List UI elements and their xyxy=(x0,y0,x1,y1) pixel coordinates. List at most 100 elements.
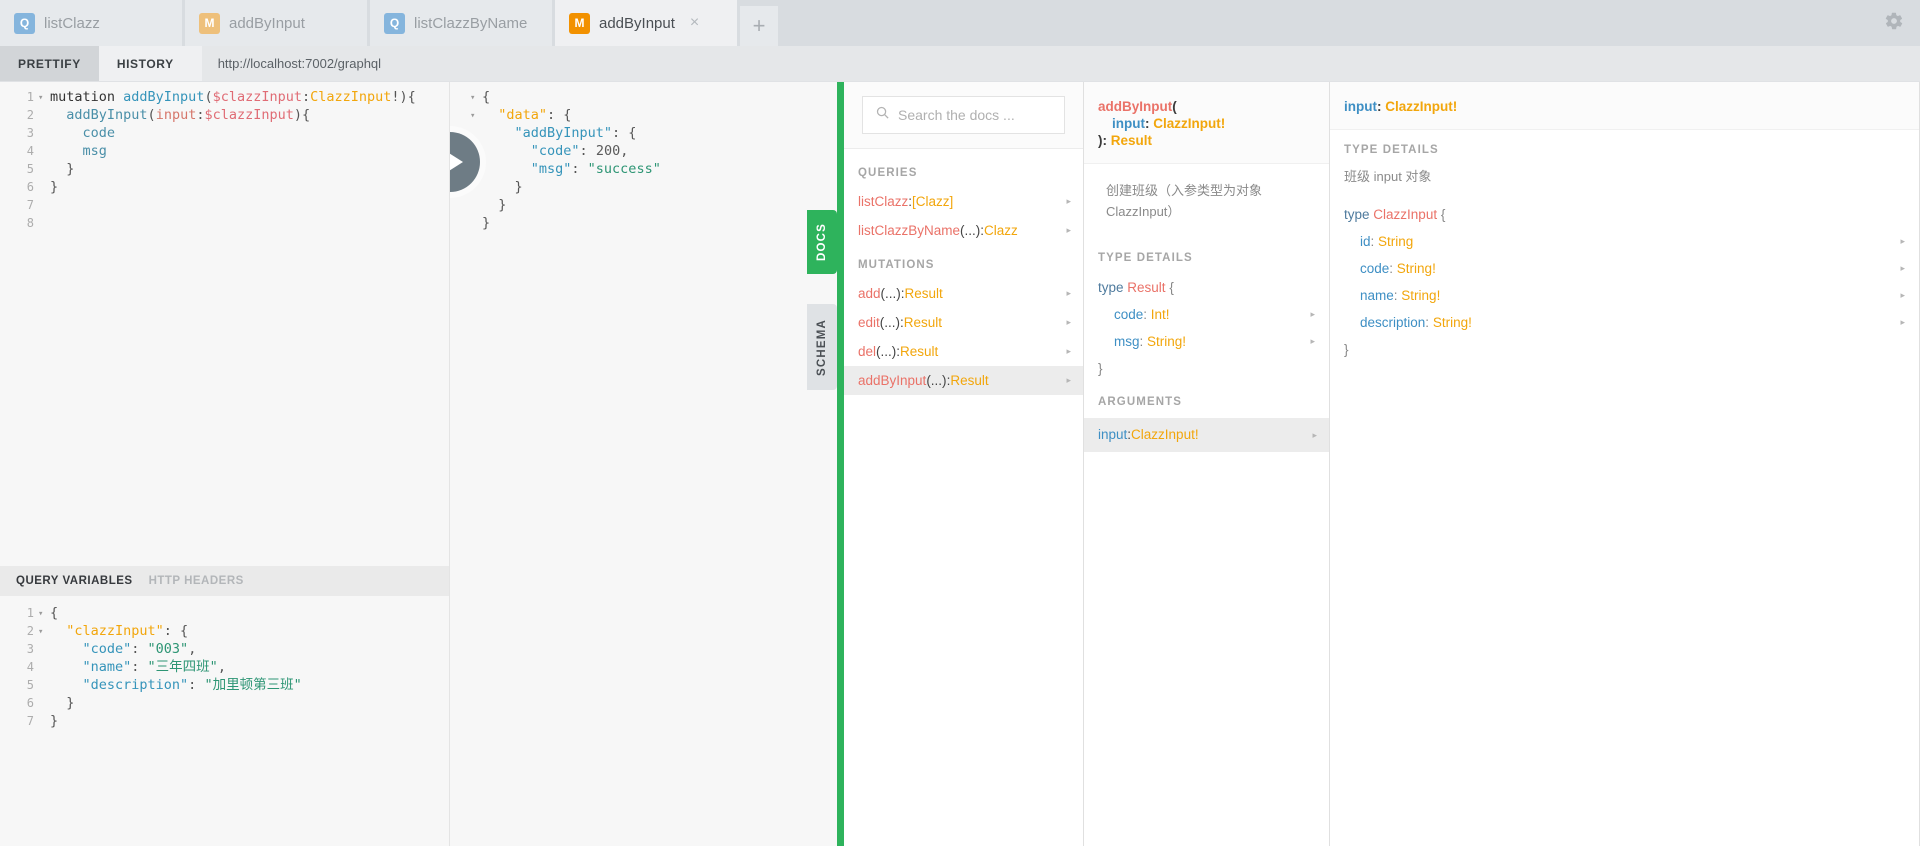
tab-listClazzByName-2[interactable]: QlistClazzByName xyxy=(370,0,552,46)
line-number: 6 xyxy=(26,180,34,194)
mutation-badge-icon: M xyxy=(199,12,220,34)
code-token: $clazzInput xyxy=(204,107,294,123)
arg-brace-close: } xyxy=(1344,342,1349,357)
code-token: "description" xyxy=(50,677,189,693)
doc-search-box[interactable] xyxy=(862,96,1079,134)
line-number: 4 xyxy=(26,144,34,158)
close-icon[interactable]: × xyxy=(690,15,699,31)
code-token: ClazzInput xyxy=(310,89,392,105)
fold-toggle-icon xyxy=(470,124,482,142)
code-token: addByInput xyxy=(50,107,148,123)
fold-toggle-icon xyxy=(38,178,50,196)
mutation-badge-icon: M xyxy=(569,12,590,34)
code-token: : xyxy=(571,161,588,177)
code-text: } xyxy=(50,712,449,730)
type-field-code[interactable]: code: Int! ▸ xyxy=(1098,301,1315,328)
chevron-right-icon: ▸ xyxy=(1900,236,1905,246)
arg-detail-type[interactable]: ClazzInput! xyxy=(1385,99,1457,114)
doc-field-description: 创建班级（入参类型为对象ClazzInput） xyxy=(1106,183,1263,219)
code-token: "三年四班" xyxy=(147,659,218,675)
line-number: 8 xyxy=(26,216,34,230)
prettify-button[interactable]: PRETTIFY xyxy=(0,46,99,81)
code-token: "data" xyxy=(482,107,548,123)
code-token: addByInput xyxy=(123,89,205,105)
type-field-msg[interactable]: msg: String! ▸ xyxy=(1098,328,1315,355)
code-token: } xyxy=(482,215,491,231)
arg-type[interactable]: ClazzInput! xyxy=(1153,116,1225,131)
gear-icon[interactable] xyxy=(1882,9,1906,33)
new-tab-button[interactable]: + xyxy=(740,6,778,46)
code-token: ( xyxy=(147,107,156,123)
type-field-name: id xyxy=(1360,234,1371,249)
doc-field-type: Result xyxy=(904,286,943,301)
fold-toggle-icon[interactable]: ▾ xyxy=(38,88,50,106)
code-token: "code" xyxy=(482,143,580,159)
line-number: 3 xyxy=(26,642,34,656)
query-editor[interactable]: 1 ▾ mutation addByInput($clazzInput:ClazzI… xyxy=(0,82,449,566)
type-field-type: String xyxy=(1378,234,1414,249)
doc-argument-signature: input: ClazzInput! xyxy=(1330,82,1919,130)
graphiql-app: QlistClazz MaddByInput QlistClazzByName Mad… xyxy=(0,0,1920,846)
arg-name[interactable]: input xyxy=(1098,115,1145,132)
tab-addByInput-3[interactable]: MaddByInput × xyxy=(555,0,737,46)
doc-item-addByInput[interactable]: addByInput (...): Result ▸ xyxy=(844,366,1083,395)
code-line: 7 xyxy=(0,196,449,214)
tab-addByInput-1[interactable]: MaddByInput xyxy=(185,0,367,46)
tab-http-headers[interactable]: HTTP HEADERS xyxy=(149,575,244,587)
code-token: $clazzInput xyxy=(212,89,302,105)
line-number: 3 xyxy=(26,126,34,140)
code-token: "success" xyxy=(587,161,661,177)
code-token: msg xyxy=(50,143,107,159)
doc-argument-input[interactable]: input: ClazzInput! ▸ xyxy=(1084,418,1329,452)
fold-toggle-icon[interactable]: ▾ xyxy=(38,604,50,622)
fold-toggle-icon xyxy=(38,142,50,160)
fold-toggle-icon[interactable]: ▾ xyxy=(38,622,50,640)
fold-toggle-icon xyxy=(38,160,50,178)
code-line: 4 msg xyxy=(0,142,449,160)
return-type[interactable]: Result xyxy=(1111,133,1152,148)
code-token: : xyxy=(301,89,311,105)
line-number: 2 xyxy=(26,108,34,122)
brace-close: } xyxy=(1098,361,1103,376)
tab-label: addByInput xyxy=(599,14,675,32)
sidebar-tab-schema[interactable]: SCHEMA xyxy=(807,304,837,390)
doc-item-listClazz[interactable]: listClazz: [Clazz] ▸ xyxy=(844,187,1083,216)
type-name[interactable]: Result xyxy=(1127,280,1165,295)
tab-query-variables[interactable]: QUERY VARIABLES xyxy=(16,575,133,587)
doc-field-args: (...) xyxy=(926,373,947,388)
code-text: } xyxy=(50,160,449,178)
type-field-id[interactable]: id: String ▸ xyxy=(1344,228,1905,255)
history-button[interactable]: HISTORY xyxy=(99,46,192,81)
type-field-type: String! xyxy=(1432,315,1472,330)
arg-type-name[interactable]: ClazzInput xyxy=(1373,207,1437,222)
type-field-name: code xyxy=(1360,261,1390,276)
code-text: "code": "003", xyxy=(50,640,449,658)
fold-toggle-icon xyxy=(38,712,50,730)
doc-search-input[interactable] xyxy=(898,107,1079,123)
doc-item-del[interactable]: del (...): Result ▸ xyxy=(844,337,1083,366)
variables-editor[interactable]: 1 ▾{2 ▾ "clazzInput": {3 "code": "003", 4 "… xyxy=(0,596,449,846)
fold-toggle-icon[interactable]: ▾ xyxy=(470,88,482,106)
sidebar-tab-docs[interactable]: DOCS xyxy=(807,210,837,274)
doc-explorer: DOCS SCHEMA QUERIESlistClazz: [Clazz xyxy=(807,82,1920,846)
tab-listClazz-0[interactable]: QlistClazz xyxy=(0,0,182,46)
tab-label: addByInput xyxy=(229,14,305,32)
doc-item-add[interactable]: add (...): Result ▸ xyxy=(844,279,1083,308)
code-token: "加里顿第三班" xyxy=(204,677,302,693)
type-field-name: code xyxy=(1114,307,1144,322)
doc-item-edit[interactable]: edit (...): Result ▸ xyxy=(844,308,1083,337)
code-line: 3 "code": "003", xyxy=(0,640,449,658)
doc-field-type: [Clazz] xyxy=(912,194,954,209)
code-line: 4 "name": "三年四班", xyxy=(0,658,449,676)
line-number: 1 xyxy=(26,90,34,104)
arg-brace-open: { xyxy=(1440,207,1446,222)
type-field-code[interactable]: code: String! ▸ xyxy=(1344,255,1905,282)
tab-label: listClazz xyxy=(44,14,100,32)
doc-field-args: (...) xyxy=(879,315,901,330)
code-line: 6} xyxy=(0,178,449,196)
type-field-description[interactable]: description: String! ▸ xyxy=(1344,309,1905,336)
fold-toggle-icon[interactable]: ▾ xyxy=(470,106,482,124)
doc-item-listClazzByName[interactable]: listClazzByName (...): Clazz ▸ xyxy=(844,216,1083,245)
query-badge-icon: Q xyxy=(14,12,35,34)
type-field-name[interactable]: name: String! ▸ xyxy=(1344,282,1905,309)
